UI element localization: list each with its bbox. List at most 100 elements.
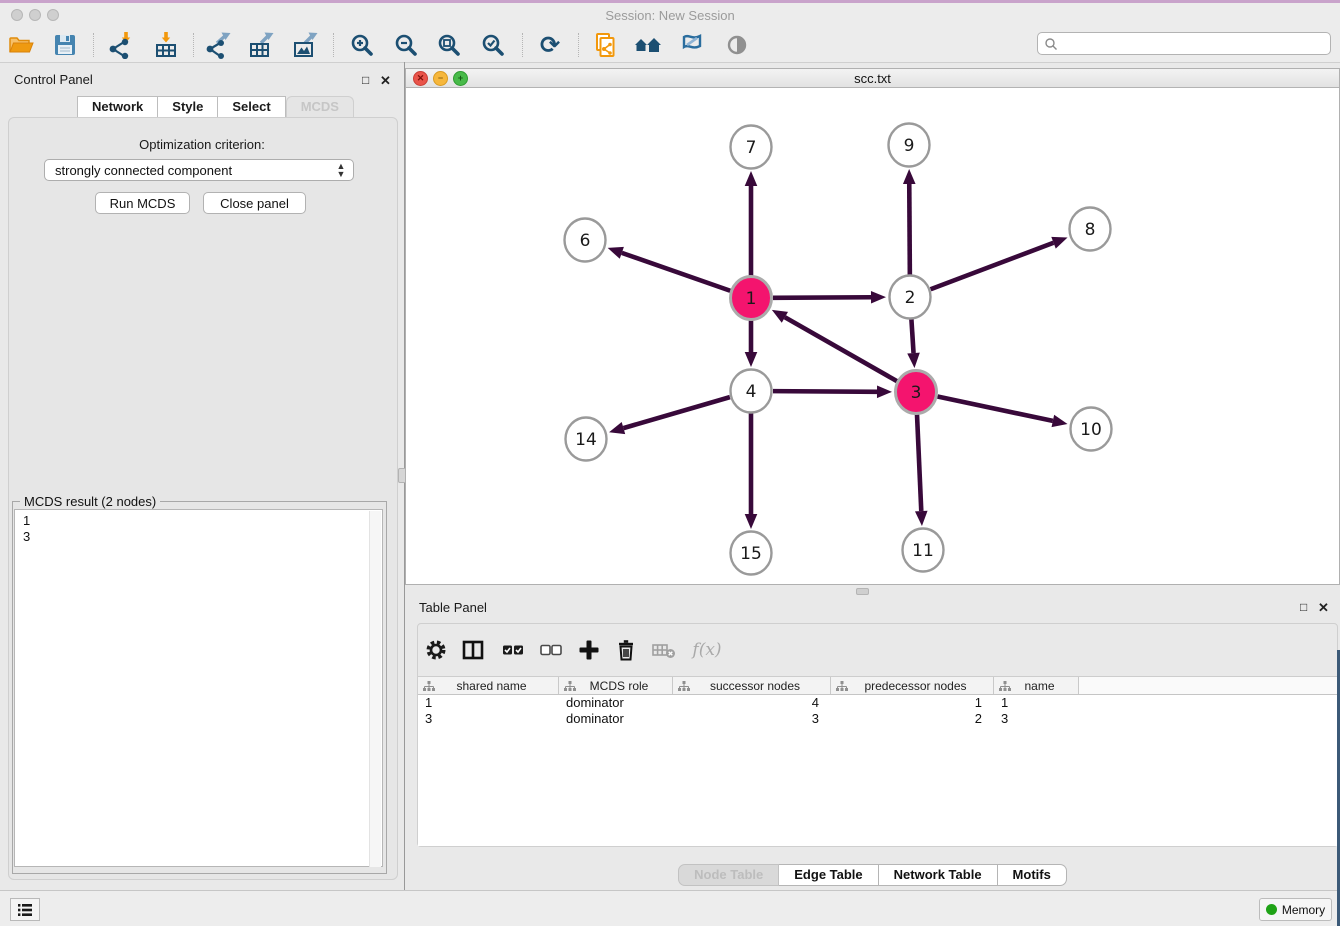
- edge-2-9[interactable]: [909, 184, 910, 275]
- show-hide-button[interactable]: [722, 31, 752, 59]
- column-header-name[interactable]: name: [994, 677, 1079, 694]
- home-icon: [633, 31, 663, 59]
- cell-predecessor-nodes[interactable]: 2: [831, 711, 994, 727]
- column-header-predecessor-nodes[interactable]: predecessor nodes: [831, 677, 994, 694]
- search-box[interactable]: [1037, 32, 1331, 55]
- edge-4-14[interactable]: [623, 397, 729, 428]
- cell-predecessor-nodes[interactable]: 1: [831, 695, 994, 711]
- save-icon: [51, 31, 79, 59]
- network-frame-title: scc.txt: [406, 71, 1339, 86]
- toolbar-separator: [333, 33, 334, 57]
- cell-successor-nodes[interactable]: 4: [673, 695, 831, 711]
- result-scrollbar[interactable]: [369, 511, 381, 867]
- mcds-result-textarea[interactable]: 13: [14, 509, 383, 867]
- cell-name[interactable]: 1: [994, 695, 1079, 711]
- home-button[interactable]: [633, 31, 663, 59]
- cell-name[interactable]: 3: [994, 711, 1079, 727]
- control-panel-close-button[interactable]: ✕: [380, 74, 391, 87]
- toolbar-separator: [93, 33, 94, 57]
- column-header-shared-name[interactable]: shared name: [418, 677, 559, 694]
- select-all-columns-button[interactable]: [499, 636, 527, 664]
- edge-arrowhead: [915, 511, 928, 526]
- delete-column-button[interactable]: [612, 636, 640, 664]
- edge-arrowhead: [609, 422, 625, 434]
- tab-motifs[interactable]: Motifs: [998, 864, 1067, 886]
- edge-3-11[interactable]: [917, 414, 921, 511]
- frame-maximize-button[interactable]: +: [453, 71, 468, 86]
- edge-2-8[interactable]: [931, 243, 1054, 289]
- edge-arrowhead: [745, 352, 758, 367]
- export-image-button[interactable]: [290, 31, 320, 59]
- network-frame-titlebar[interactable]: scc.txt ✕ − +: [406, 69, 1339, 88]
- duplicate-network-button[interactable]: [590, 31, 620, 59]
- frame-close-button[interactable]: ✕: [413, 71, 428, 86]
- cell-shared-name[interactable]: 1: [418, 695, 559, 711]
- table-row-1[interactable]: 1dominator411: [418, 695, 1337, 711]
- network-graph[interactable]: 7968124314101511: [406, 88, 1339, 584]
- criterion-select[interactable]: strongly connected component ▲▼: [44, 159, 354, 181]
- refresh-view-button[interactable]: ⟳: [535, 31, 565, 59]
- edge-1-6[interactable]: [622, 253, 730, 291]
- save-session-button[interactable]: [50, 31, 80, 59]
- fx-icon: f(x): [692, 640, 721, 660]
- run-mcds-button[interactable]: Run MCDS: [95, 192, 190, 214]
- show-column-panel-button[interactable]: [459, 636, 487, 664]
- table-panel-float-button[interactable]: □: [1300, 601, 1307, 613]
- table-toolbar: f(x): [418, 624, 1337, 676]
- cell-MCDS-role[interactable]: dominator: [559, 711, 673, 727]
- node-label-8: 8: [1085, 220, 1096, 240]
- zoom-fit-button[interactable]: [434, 31, 464, 59]
- table-panel-close-button[interactable]: ✕: [1318, 601, 1329, 614]
- column-header-MCDS-role[interactable]: MCDS role: [559, 677, 673, 694]
- table-row-2[interactable]: 3dominator323: [418, 711, 1337, 727]
- edge-3-1[interactable]: [785, 317, 897, 381]
- edge-2-3[interactable]: [911, 319, 913, 353]
- tab-network[interactable]: Network: [77, 96, 158, 118]
- zoom-out-button[interactable]: [391, 31, 421, 59]
- function-builder-button[interactable]: f(x): [687, 636, 727, 664]
- export-table-button[interactable]: [246, 31, 276, 59]
- status-bar: Memory: [0, 890, 1340, 926]
- mcds-result-line: 3: [23, 529, 30, 545]
- tab-edge-table[interactable]: Edge Table: [779, 864, 878, 886]
- style-preview-button[interactable]: [677, 31, 707, 59]
- column-function-icon: [423, 681, 435, 691]
- table-settings-button[interactable]: [422, 636, 450, 664]
- edge-4-3[interactable]: [773, 391, 877, 392]
- table-panel-title: Table Panel: [419, 600, 487, 615]
- import-table-button[interactable]: [151, 31, 181, 59]
- node-label-3: 3: [911, 383, 922, 403]
- search-input[interactable]: [1058, 34, 1330, 53]
- eye-icon: [723, 31, 751, 59]
- frame-minimize-button[interactable]: −: [433, 71, 448, 86]
- cell-successor-nodes[interactable]: 3: [673, 711, 831, 727]
- edge-3-10[interactable]: [938, 397, 1053, 421]
- tab-style[interactable]: Style: [158, 96, 218, 118]
- export-network-icon: [204, 31, 232, 59]
- import-network-button[interactable]: [106, 31, 136, 59]
- edge-arrowhead: [745, 514, 758, 529]
- export-network-button[interactable]: [203, 31, 233, 59]
- node-label-14: 14: [575, 430, 597, 450]
- cell-MCDS-role[interactable]: dominator: [559, 695, 673, 711]
- delete-table-button[interactable]: [650, 636, 678, 664]
- horizontal-splitter-handle[interactable]: [856, 588, 869, 595]
- tab-mcds[interactable]: MCDS: [286, 96, 354, 118]
- control-panel-float-button[interactable]: □: [362, 74, 369, 86]
- close-panel-button[interactable]: Close panel: [203, 192, 306, 214]
- zoom-selected-button[interactable]: [478, 31, 508, 59]
- tab-node-table[interactable]: Node Table: [678, 864, 779, 886]
- task-history-button[interactable]: [10, 898, 40, 921]
- zoom-in-button[interactable]: [347, 31, 377, 59]
- column-header-successor-nodes[interactable]: successor nodes: [673, 677, 831, 694]
- deselect-all-columns-button[interactable]: [537, 636, 565, 664]
- add-column-button[interactable]: [575, 636, 603, 664]
- memory-button[interactable]: Memory: [1259, 898, 1332, 921]
- tab-network-table[interactable]: Network Table: [879, 864, 998, 886]
- tab-select[interactable]: Select: [218, 96, 285, 118]
- network-canvas[interactable]: 7968124314101511: [406, 88, 1339, 584]
- edge-1-2[interactable]: [773, 297, 871, 298]
- cell-shared-name[interactable]: 3: [418, 711, 559, 727]
- node-label-11: 11: [912, 541, 934, 561]
- open-session-button[interactable]: [6, 31, 36, 59]
